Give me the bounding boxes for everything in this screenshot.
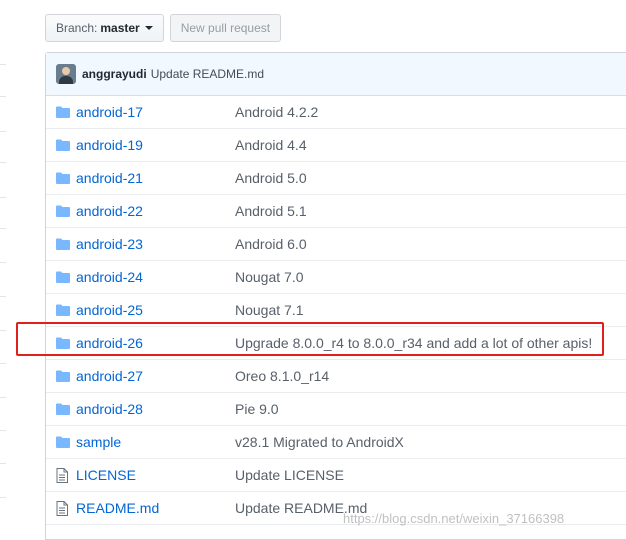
folder-icon: [46, 106, 76, 118]
folder-icon: [46, 304, 76, 316]
folder-icon: [46, 436, 76, 448]
file-row: sample v28.1 Migrated to AndroidX: [46, 426, 626, 459]
file-name-link[interactable]: android-23: [76, 236, 235, 252]
commit-message-link[interactable]: Android 4.4: [235, 137, 307, 153]
file-name-link[interactable]: sample: [76, 434, 235, 450]
commit-message-link[interactable]: Update LICENSE: [235, 467, 344, 483]
file-name-link[interactable]: android-22: [76, 203, 235, 219]
edge-divider: [0, 463, 6, 464]
file-icon: [46, 500, 76, 516]
commit-message-link[interactable]: Android 5.0: [235, 170, 307, 186]
edge-divider: [0, 363, 6, 364]
commit-author-link[interactable]: anggrayudi: [82, 67, 147, 81]
left-edge-strip: [0, 0, 6, 538]
latest-commit-bar: anggrayudi Update README.md: [46, 53, 626, 96]
new-pull-request-label: New pull request: [180, 21, 271, 35]
folder-icon: [46, 238, 76, 250]
file-row: android-23 Android 6.0: [46, 228, 626, 261]
edge-divider: [0, 197, 6, 198]
commit-message-link[interactable]: Nougat 7.0: [235, 269, 304, 285]
file-icon: [46, 467, 76, 483]
commit-message-link[interactable]: Android 6.0: [235, 236, 307, 252]
file-name-link[interactable]: android-21: [76, 170, 235, 186]
folder-icon: [46, 205, 76, 217]
commit-message-link[interactable]: Android 5.1: [235, 203, 307, 219]
file-row: android-21 Android 5.0: [46, 162, 626, 195]
edge-divider: [0, 296, 6, 297]
folder-icon: [46, 403, 76, 415]
edge-divider: [0, 430, 6, 431]
file-row: android-28 Pie 9.0: [46, 393, 626, 426]
annotation-highlight-box: [16, 322, 604, 356]
file-name-link[interactable]: README.md: [76, 500, 235, 516]
commit-message-link[interactable]: Pie 9.0: [235, 401, 279, 417]
file-row: android-17 Android 4.2.2: [46, 96, 626, 129]
file-name-link[interactable]: android-19: [76, 137, 235, 153]
commit-message-link[interactable]: Update README.md: [151, 67, 264, 81]
caret-down-icon: [144, 26, 153, 30]
watermark: https://blog.csdn.net/weixin_37166398: [343, 511, 565, 526]
edge-divider: [0, 64, 6, 65]
edge-divider: [0, 162, 6, 163]
folder-icon: [46, 139, 76, 151]
edge-divider: [0, 397, 6, 398]
branch-value: master: [100, 21, 140, 35]
file-row: android-27 Oreo 8.1.0_r14: [46, 360, 626, 393]
file-name-link[interactable]: LICENSE: [76, 467, 235, 483]
file-name-link[interactable]: android-25: [76, 302, 235, 318]
edge-divider: [0, 228, 6, 229]
commit-message-link[interactable]: v28.1 Migrated to AndroidX: [235, 434, 404, 450]
branch-label: Branch:: [56, 21, 98, 35]
file-name-link[interactable]: android-24: [76, 269, 235, 285]
file-row: android-22 Android 5.1: [46, 195, 626, 228]
edge-divider: [0, 497, 6, 498]
edge-divider: [0, 96, 6, 97]
branch-select-button[interactable]: Branch: master: [45, 14, 164, 42]
avatar[interactable]: [56, 64, 76, 84]
folder-icon: [46, 172, 76, 184]
file-name-link[interactable]: android-28: [76, 401, 235, 417]
new-pull-request-button[interactable]: New pull request: [169, 14, 282, 42]
edge-divider: [0, 131, 6, 132]
file-row: android-19 Android 4.4: [46, 129, 626, 162]
repository-file-list: anggrayudi Update README.md android-17 A…: [45, 52, 626, 540]
commit-message-link[interactable]: Oreo 8.1.0_r14: [235, 368, 329, 384]
folder-icon: [46, 271, 76, 283]
file-name-link[interactable]: android-17: [76, 104, 235, 120]
commit-message-link[interactable]: Nougat 7.1: [235, 302, 304, 318]
edge-divider: [0, 262, 6, 263]
commit-message-link[interactable]: Android 4.2.2: [235, 104, 318, 120]
folder-icon: [46, 370, 76, 382]
file-toolbar: Branch: master New pull request: [45, 14, 282, 42]
edge-divider: [0, 330, 6, 331]
file-row: android-24 Nougat 7.0: [46, 261, 626, 294]
file-name-link[interactable]: android-27: [76, 368, 235, 384]
file-row: LICENSE Update LICENSE: [46, 459, 626, 492]
file-rows: android-17 Android 4.2.2 android-19 Andr…: [46, 96, 626, 525]
